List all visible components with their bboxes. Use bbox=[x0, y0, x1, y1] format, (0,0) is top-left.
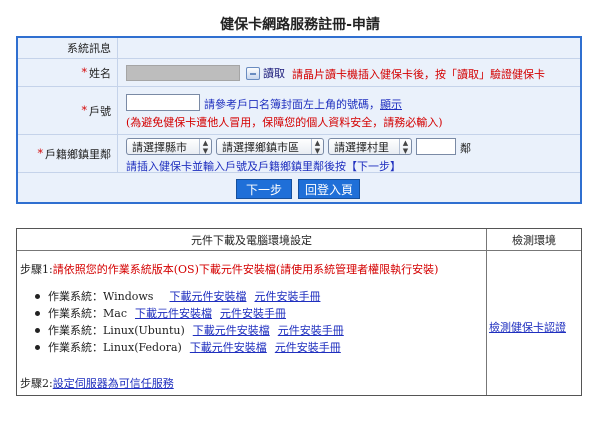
system-message-label: 系統訊息 bbox=[18, 38, 118, 58]
name-hint: 請晶片讀卡機插入健保卡後，按「讀取」驗證健保卡 bbox=[292, 68, 545, 81]
required-mark: * bbox=[81, 66, 88, 79]
download-header: 元件下載及電腦環境設定 bbox=[17, 229, 487, 251]
chevron-down-icon: ▲ ▼ bbox=[399, 139, 411, 155]
town-select[interactable]: 請選擇鄉鎮市區 ▲ ▼ bbox=[216, 138, 324, 155]
read-card-label: 讀取 bbox=[263, 67, 285, 80]
chevron-down-icon: ▲ ▼ bbox=[199, 139, 211, 155]
step2-line: 步驟2:設定伺服器為可信任服務 bbox=[20, 375, 174, 391]
required-mark: * bbox=[37, 147, 44, 160]
name-row: * 姓名 讀取 請晶片讀卡機插入健保卡後，按「讀取」驗證健保卡 bbox=[18, 59, 580, 87]
required-mark: * bbox=[81, 104, 88, 117]
household-warning: (為避免健保卡遭他人冒用，保障您的個人資料安全，請務必輸入) bbox=[126, 116, 443, 129]
name-field bbox=[126, 65, 240, 81]
neighbor-suffix: 鄰 bbox=[460, 142, 471, 155]
step1-line: 步驟1:請依照您的作業系統版本(OS)下載元件安裝檔(請使用系統管理者權限執行安… bbox=[20, 261, 438, 277]
name-label-text: 姓名 bbox=[89, 66, 111, 80]
list-item: 作業系統：Linux(Ubuntu) 下載元件安裝檔 元件安裝手冊 bbox=[35, 322, 344, 338]
village-select[interactable]: 請選擇村里 ▲ ▼ bbox=[328, 138, 412, 155]
os-name: 作業系統：Mac bbox=[48, 307, 127, 320]
download-installer-link[interactable]: 下載元件安裝檔 bbox=[169, 288, 246, 304]
household-number-input[interactable] bbox=[126, 94, 200, 111]
download-installer-link[interactable]: 下載元件安裝檔 bbox=[190, 339, 267, 355]
step1-text: 請依照您的作業系統版本(OS)下載元件安裝檔(請使用系統管理者權限執行安裝) bbox=[52, 263, 439, 276]
page-title: 健保卡網路服務註冊-申請 bbox=[220, 17, 380, 33]
read-card-button[interactable]: 讀取 bbox=[246, 65, 285, 81]
back-to-login-button[interactable]: 回登入頁 bbox=[298, 179, 360, 199]
address-row: * 戶籍鄉鎮里鄰 請選擇縣市 ▲ ▼ 請選擇鄉鎮市區 ▲ ▼ 請選擇村里 ▲ ▼ 鄰 … bbox=[18, 135, 580, 173]
household-label: * 戶號 bbox=[18, 87, 118, 134]
chevron-down-icon: ▲ ▼ bbox=[311, 139, 323, 155]
show-example-link[interactable]: 顯示 bbox=[380, 98, 402, 111]
check-card-auth-link[interactable]: 檢測健保卡認證 bbox=[489, 319, 566, 335]
step2-label: 步驟2: bbox=[20, 377, 53, 390]
download-installer-link[interactable]: 下載元件安裝檔 bbox=[193, 322, 270, 338]
bullet-icon bbox=[35, 344, 40, 350]
trusted-server-link[interactable]: 設定伺服器為可信任服務 bbox=[53, 377, 174, 390]
county-select[interactable]: 請選擇縣市 ▲ ▼ bbox=[126, 138, 212, 155]
card-reader-icon bbox=[246, 66, 260, 80]
next-step-button[interactable]: 下一步 bbox=[236, 179, 292, 199]
list-item: 作業系統：Mac 下載元件安裝檔 元件安裝手冊 bbox=[35, 305, 286, 321]
install-manual-link[interactable]: 元件安裝手冊 bbox=[220, 305, 286, 321]
check-env-body: 檢測健保卡認證 bbox=[487, 251, 581, 395]
install-manual-link[interactable]: 元件安裝手冊 bbox=[275, 339, 341, 355]
system-message-value bbox=[122, 38, 580, 58]
registration-form: 系統訊息 * 姓名 讀取 請晶片讀卡機插入健保卡後，按「讀取」驗證健保卡 * 戶… bbox=[16, 36, 582, 204]
bullet-icon bbox=[35, 327, 40, 333]
town-select-value: 請選擇鄉鎮市區 bbox=[222, 140, 299, 154]
bullet-icon bbox=[35, 293, 40, 299]
address-label: * 戶籍鄉鎮里鄰 bbox=[18, 135, 118, 172]
address-hint: 請插入健保卡並輸入戶號及戶籍鄉鎮里鄰後按【下一步】 bbox=[126, 160, 401, 173]
neighbor-input[interactable] bbox=[416, 138, 456, 155]
list-item: 作業系統：Linux(Fedora) 下載元件安裝檔 元件安裝手冊 bbox=[35, 339, 341, 355]
os-name: 作業系統：Windows bbox=[48, 290, 154, 303]
county-select-value: 請選擇縣市 bbox=[132, 140, 187, 154]
check-env-header: 檢測環境 bbox=[487, 229, 581, 251]
village-select-value: 請選擇村里 bbox=[334, 140, 389, 154]
os-name: 作業系統：Linux(Fedora) bbox=[48, 341, 182, 354]
install-manual-link[interactable]: 元件安裝手冊 bbox=[254, 288, 320, 304]
household-label-text: 戶號 bbox=[89, 104, 111, 118]
download-table: 元件下載及電腦環境設定 檢測環境 步驟1:請依照您的作業系統版本(OS)下載元件… bbox=[16, 228, 582, 396]
download-body: 步驟1:請依照您的作業系統版本(OS)下載元件安裝檔(請使用系統管理者權限執行安… bbox=[17, 251, 487, 395]
download-installer-link[interactable]: 下載元件安裝檔 bbox=[135, 305, 212, 321]
bullet-icon bbox=[35, 310, 40, 316]
household-hint: 請參考戶口名簿封面左上角的號碼， bbox=[204, 98, 380, 111]
system-message-row: 系統訊息 bbox=[18, 38, 580, 59]
household-row: * 戶號 請參考戶口名簿封面左上角的號碼，顯示 (為避免健保卡遭他人冒用，保障您… bbox=[18, 87, 580, 135]
address-label-text: 戶籍鄉鎮里鄰 bbox=[45, 147, 111, 161]
install-manual-link[interactable]: 元件安裝手冊 bbox=[278, 322, 344, 338]
step1-label: 步驟1: bbox=[20, 263, 53, 276]
os-name: 作業系統：Linux(Ubuntu) bbox=[48, 324, 185, 337]
list-item: 作業系統：Windows 下載元件安裝檔 元件安裝手冊 bbox=[35, 288, 320, 304]
name-label: * 姓名 bbox=[18, 59, 118, 86]
